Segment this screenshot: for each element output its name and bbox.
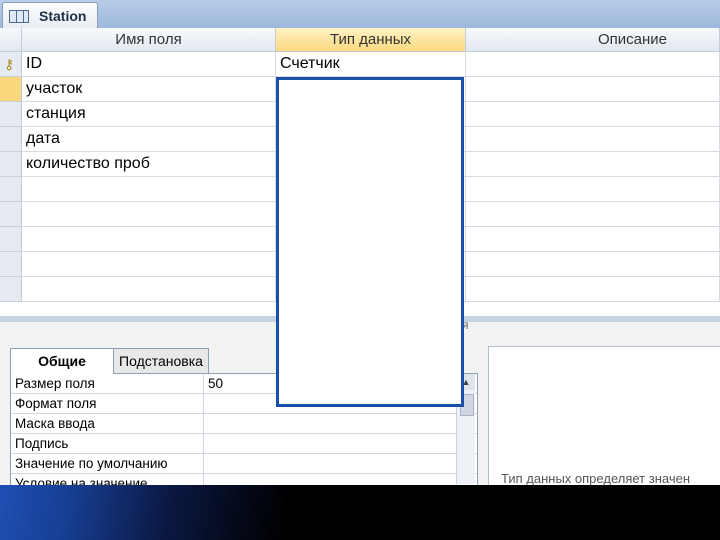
property-help-panel: Тип данных определяет значен <box>488 346 720 485</box>
data-type-option[interactable]: Числовой <box>281 154 459 179</box>
data-type-cell[interactable]: Счетчик <box>276 52 466 77</box>
description-cell[interactable] <box>466 52 720 77</box>
property-row[interactable]: Подпись <box>11 434 477 454</box>
row-selector[interactable] <box>0 227 22 252</box>
field-name-cell[interactable] <box>22 202 276 227</box>
description-cell[interactable] <box>466 227 720 252</box>
table-design-window: Station Имя поля Тип данных Описание ⚷ ID… <box>0 0 720 485</box>
row-selector[interactable] <box>0 277 22 302</box>
row-selector[interactable] <box>0 252 22 277</box>
scroll-up-arrow-icon[interactable]: ▲ <box>457 374 475 390</box>
data-type-option[interactable]: Вычисляемый <box>281 354 459 379</box>
slide-background-decoration <box>0 485 720 540</box>
data-type-options-list: Текстовый Поле MEMO Числовой Дата/время Дене… <box>281 104 459 404</box>
field-name-cell[interactable]: участок <box>22 77 276 102</box>
description-cell[interactable] <box>466 202 720 227</box>
property-label: Маска ввода <box>15 416 95 431</box>
data-type-option[interactable]: Логический <box>281 254 459 279</box>
property-row[interactable]: Значение по умолчанию <box>11 454 477 474</box>
data-type-option[interactable]: Поле MEMO <box>281 129 459 154</box>
field-name-cell[interactable] <box>22 252 276 277</box>
property-label: Условие на значение <box>15 476 148 485</box>
description-cell[interactable] <box>466 77 720 102</box>
data-type-option[interactable]: Счетчик <box>281 229 459 254</box>
description-cell[interactable] <box>466 127 720 152</box>
property-label: Значение по умолчанию <box>15 456 168 471</box>
row-selector[interactable] <box>0 202 22 227</box>
dropdown-arrow-icon[interactable] <box>442 83 458 99</box>
row-selector[interactable] <box>0 127 22 152</box>
column-header-field-name[interactable]: Имя поля <box>22 28 276 52</box>
tab-station[interactable]: Station <box>2 2 98 29</box>
field-name-cell[interactable]: дата <box>22 127 276 152</box>
property-row[interactable]: Условие на значение <box>11 474 477 485</box>
field-name-cell[interactable] <box>22 277 276 302</box>
field-name-cell[interactable] <box>22 177 276 202</box>
property-value[interactable] <box>203 474 475 485</box>
field-name-cell[interactable]: станция <box>22 102 276 127</box>
property-value[interactable] <box>203 414 475 434</box>
row-selector[interactable] <box>0 102 22 127</box>
field-name-cell[interactable]: количество проб <box>22 152 276 177</box>
data-type-option[interactable]: Дата/время <box>281 179 459 204</box>
description-cell[interactable] <box>466 152 720 177</box>
table-icon <box>9 10 29 23</box>
property-label: Подпись <box>15 436 69 451</box>
data-type-option[interactable]: Текстовый <box>281 104 459 129</box>
description-cell[interactable] <box>466 102 720 127</box>
tab-lookup[interactable]: Подстановка <box>113 348 209 374</box>
row-selector[interactable] <box>0 177 22 202</box>
data-type-option[interactable]: Денежный <box>281 204 459 229</box>
scroll-thumb[interactable] <box>460 394 474 416</box>
field-name-cell[interactable] <box>22 227 276 252</box>
description-cell[interactable] <box>466 177 720 202</box>
row-selector[interactable] <box>0 77 22 102</box>
data-type-combobox[interactable]: Текстовый <box>278 80 462 102</box>
field-name-cell[interactable]: ID <box>22 52 276 77</box>
tab-label: Station <box>39 8 87 24</box>
column-header-data-type[interactable]: Тип данных <box>276 28 466 52</box>
column-header-description[interactable]: Описание <box>466 28 720 52</box>
property-value[interactable] <box>203 454 475 474</box>
description-cell[interactable] <box>466 252 720 277</box>
row-selector-header[interactable] <box>0 28 22 52</box>
data-type-option[interactable]: Гиперссылка <box>281 304 459 329</box>
row-selector[interactable]: ⚷ <box>0 52 22 77</box>
property-row[interactable]: Маска ввода <box>11 414 477 434</box>
data-type-option[interactable]: Поле объекта OLE <box>281 279 459 304</box>
property-label: Формат поля <box>15 396 97 411</box>
property-label: Размер поля <box>15 376 95 391</box>
tab-general[interactable]: Общие <box>10 348 114 374</box>
row-selector[interactable] <box>0 152 22 177</box>
data-type-option[interactable]: Мастер подстановок... <box>281 379 459 404</box>
property-value[interactable] <box>203 434 475 454</box>
split-fragment-text: я <box>462 318 469 332</box>
primary-key-icon: ⚷ <box>4 56 15 72</box>
document-tab-bar: Station <box>0 0 720 29</box>
description-cell[interactable] <box>466 277 720 302</box>
help-text: Тип данных определяет значен <box>501 471 690 485</box>
data-type-option[interactable]: Вложение <box>281 329 459 354</box>
combo-selected-value: Текстовый <box>284 82 362 99</box>
